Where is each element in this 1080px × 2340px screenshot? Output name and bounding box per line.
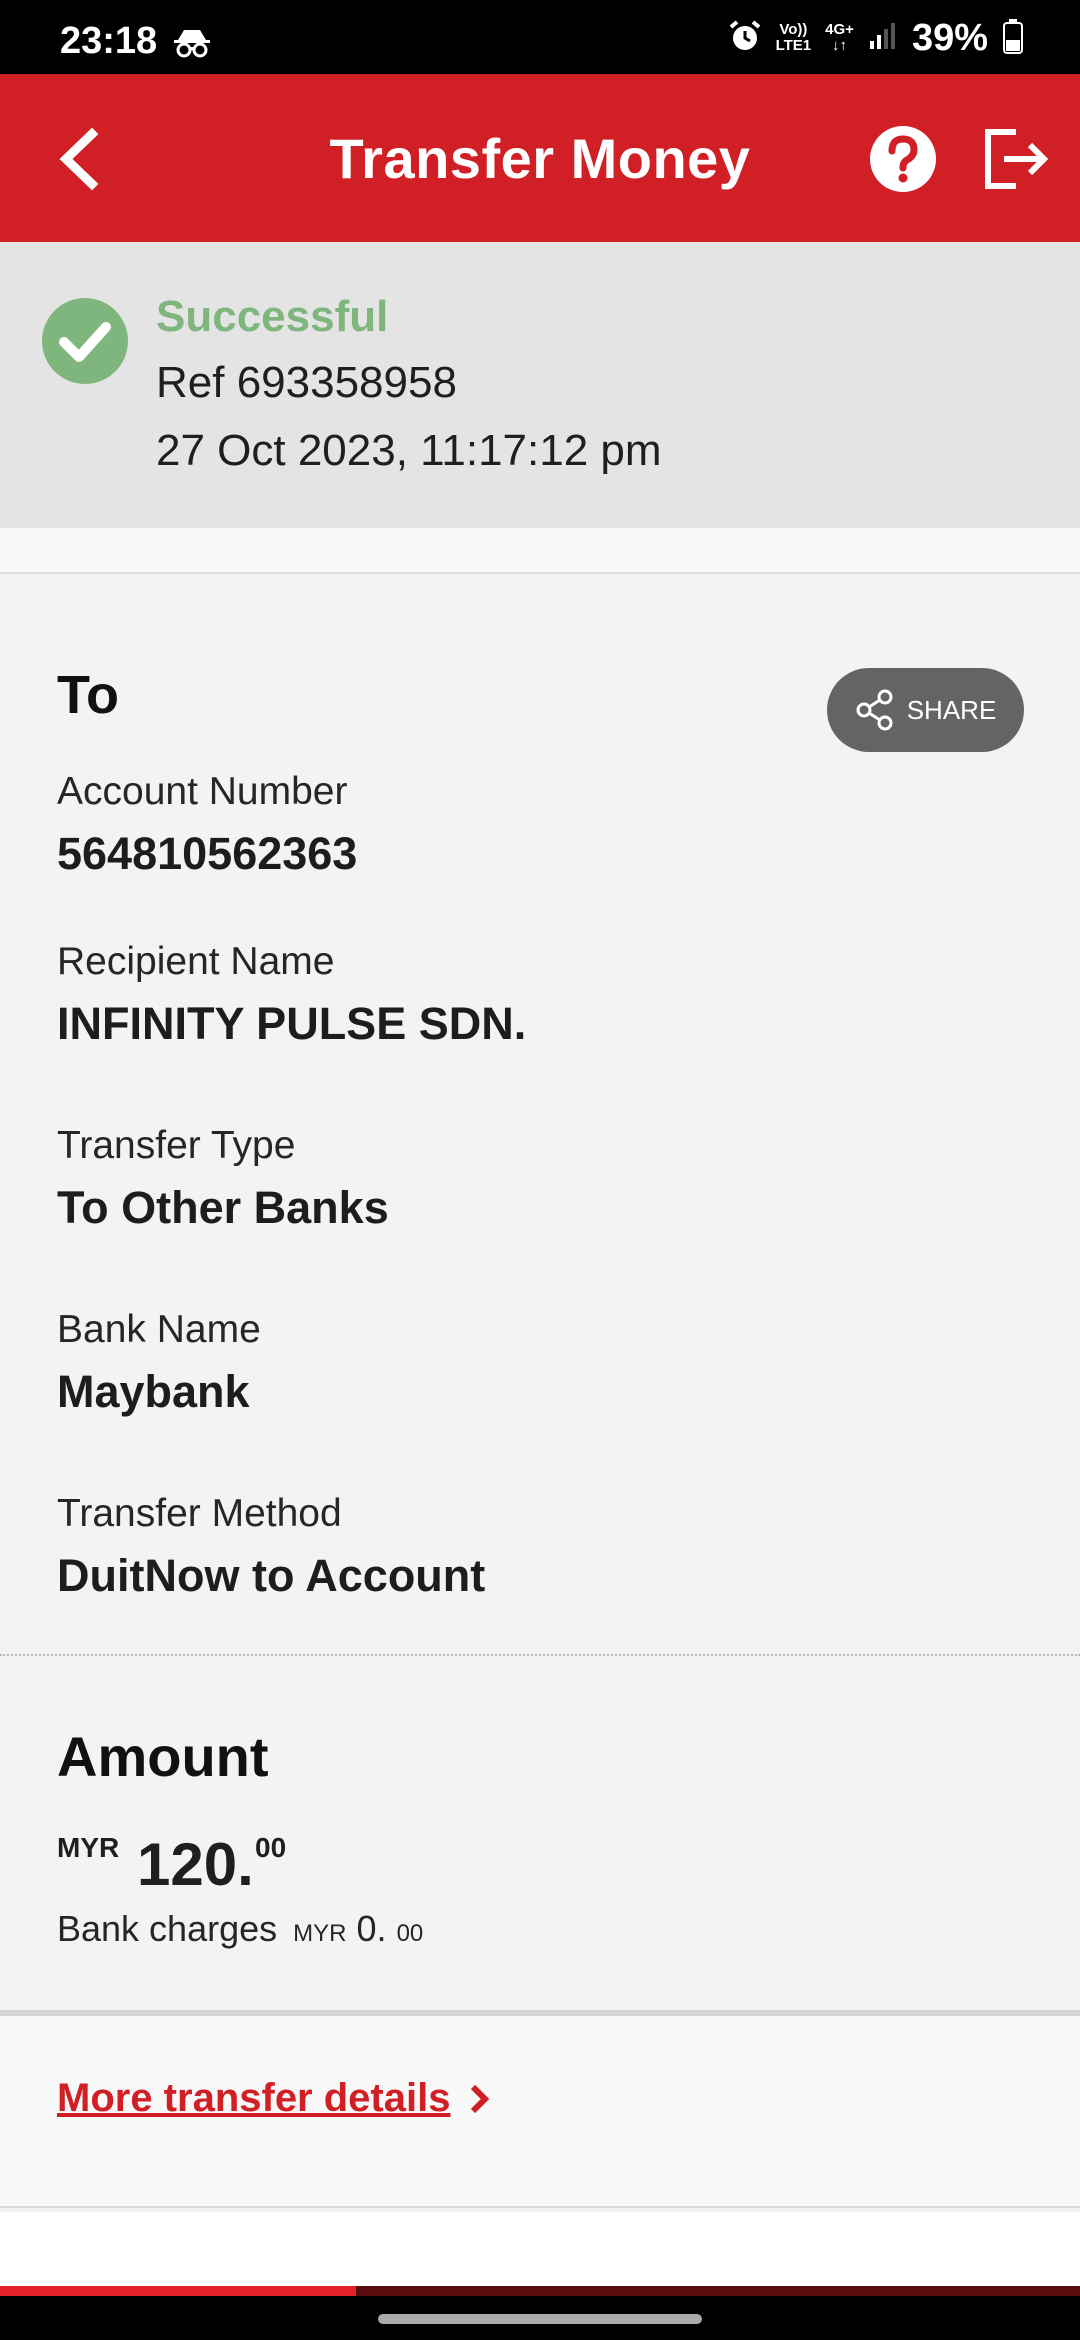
field-value-recipient-name: INFINITY PULSE SDN. xyxy=(57,998,527,1049)
section-heading-amount: Amount xyxy=(57,1725,269,1788)
progress-bar xyxy=(0,2286,1080,2296)
battery-icon xyxy=(1002,18,1024,59)
status-text: Successful xyxy=(156,292,389,341)
field-value-transfer-method: DuitNow to Account xyxy=(57,1550,486,1601)
recipient-details: To SHARE Account Number 564810562363 Rec… xyxy=(0,574,1080,1654)
amount-integer: 120. xyxy=(137,1831,254,1898)
app-bar: Transfer Money xyxy=(0,74,1080,242)
incognito-icon xyxy=(172,28,212,63)
bank-charges-label: Bank charges xyxy=(57,1908,278,1949)
field-value-bank-name: Maybank xyxy=(57,1366,250,1417)
status-bar: 23:18 Vo)) LTE1 4G+ ↓↑ 39% xyxy=(0,0,1080,74)
field-label-recipient-name: Recipient Name xyxy=(57,940,335,983)
reference-number: Ref 693358958 xyxy=(156,358,457,407)
system-nav-bar xyxy=(0,2296,1080,2340)
volte-label: Vo)) xyxy=(779,21,808,38)
amount-currency: MYR xyxy=(57,1832,120,1863)
share-label: SHARE xyxy=(906,694,997,725)
signal-icon xyxy=(868,21,898,56)
network-4g-label: 4G+ xyxy=(825,21,854,38)
share-button[interactable]: SHARE xyxy=(827,668,1024,752)
battery-percent: 39% xyxy=(911,16,988,59)
field-value-transfer-type: To Other Banks xyxy=(57,1182,389,1233)
bottom-spacer xyxy=(0,2212,1080,2286)
field-label-transfer-type: Transfer Type xyxy=(57,1124,296,1167)
field-label-account-number: Account Number xyxy=(57,770,348,813)
alarm-icon xyxy=(728,19,762,58)
logout-button[interactable] xyxy=(982,124,1052,194)
status-time: 23:18 xyxy=(60,20,158,62)
bank-charges-integer: 0. xyxy=(356,1908,387,1949)
help-button[interactable] xyxy=(868,124,938,194)
bank-charges-decimal: 00 xyxy=(396,1920,424,1947)
data-arrows-icon: ↓↑ xyxy=(832,37,848,54)
logout-icon xyxy=(985,129,1049,189)
links-section: More transfer details xyxy=(0,2010,1080,2208)
share-icon xyxy=(856,689,893,731)
network-4g-indicator: 4G+ ↓↑ xyxy=(825,22,854,54)
field-label-transfer-method: Transfer Method xyxy=(57,1492,342,1535)
bank-charges: Bank charges MYR 0. 00 xyxy=(57,1908,423,1950)
section-heading-to: To xyxy=(57,665,119,725)
status-icons: Vo)) LTE1 4G+ ↓↑ 39% xyxy=(728,16,1024,59)
more-transfer-details-link[interactable]: More transfer details xyxy=(57,2076,490,2121)
chevron-right-icon xyxy=(471,2084,490,2113)
home-indicator[interactable] xyxy=(378,2314,702,2324)
amount-decimal: 00 xyxy=(255,1832,287,1863)
progress-bar-fill xyxy=(0,2286,357,2296)
field-value-account-number: 564810562363 xyxy=(57,828,358,879)
lte-label: LTE1 xyxy=(775,37,812,54)
transaction-datetime: 27 Oct 2023, 11:17:12 pm xyxy=(156,426,662,475)
section-divider xyxy=(0,528,1080,574)
help-icon xyxy=(870,126,936,192)
dotted-divider xyxy=(0,1654,1080,1656)
volte-indicator: Vo)) LTE1 xyxy=(776,22,812,54)
checkmark-icon xyxy=(42,298,128,384)
transaction-status-panel: Successful Ref 693358958 27 Oct 2023, 11… xyxy=(0,242,1080,528)
bank-charges-currency: MYR xyxy=(293,1920,347,1947)
field-label-bank-name: Bank Name xyxy=(57,1308,261,1351)
more-transfer-details-label: More transfer details xyxy=(57,2076,451,2120)
